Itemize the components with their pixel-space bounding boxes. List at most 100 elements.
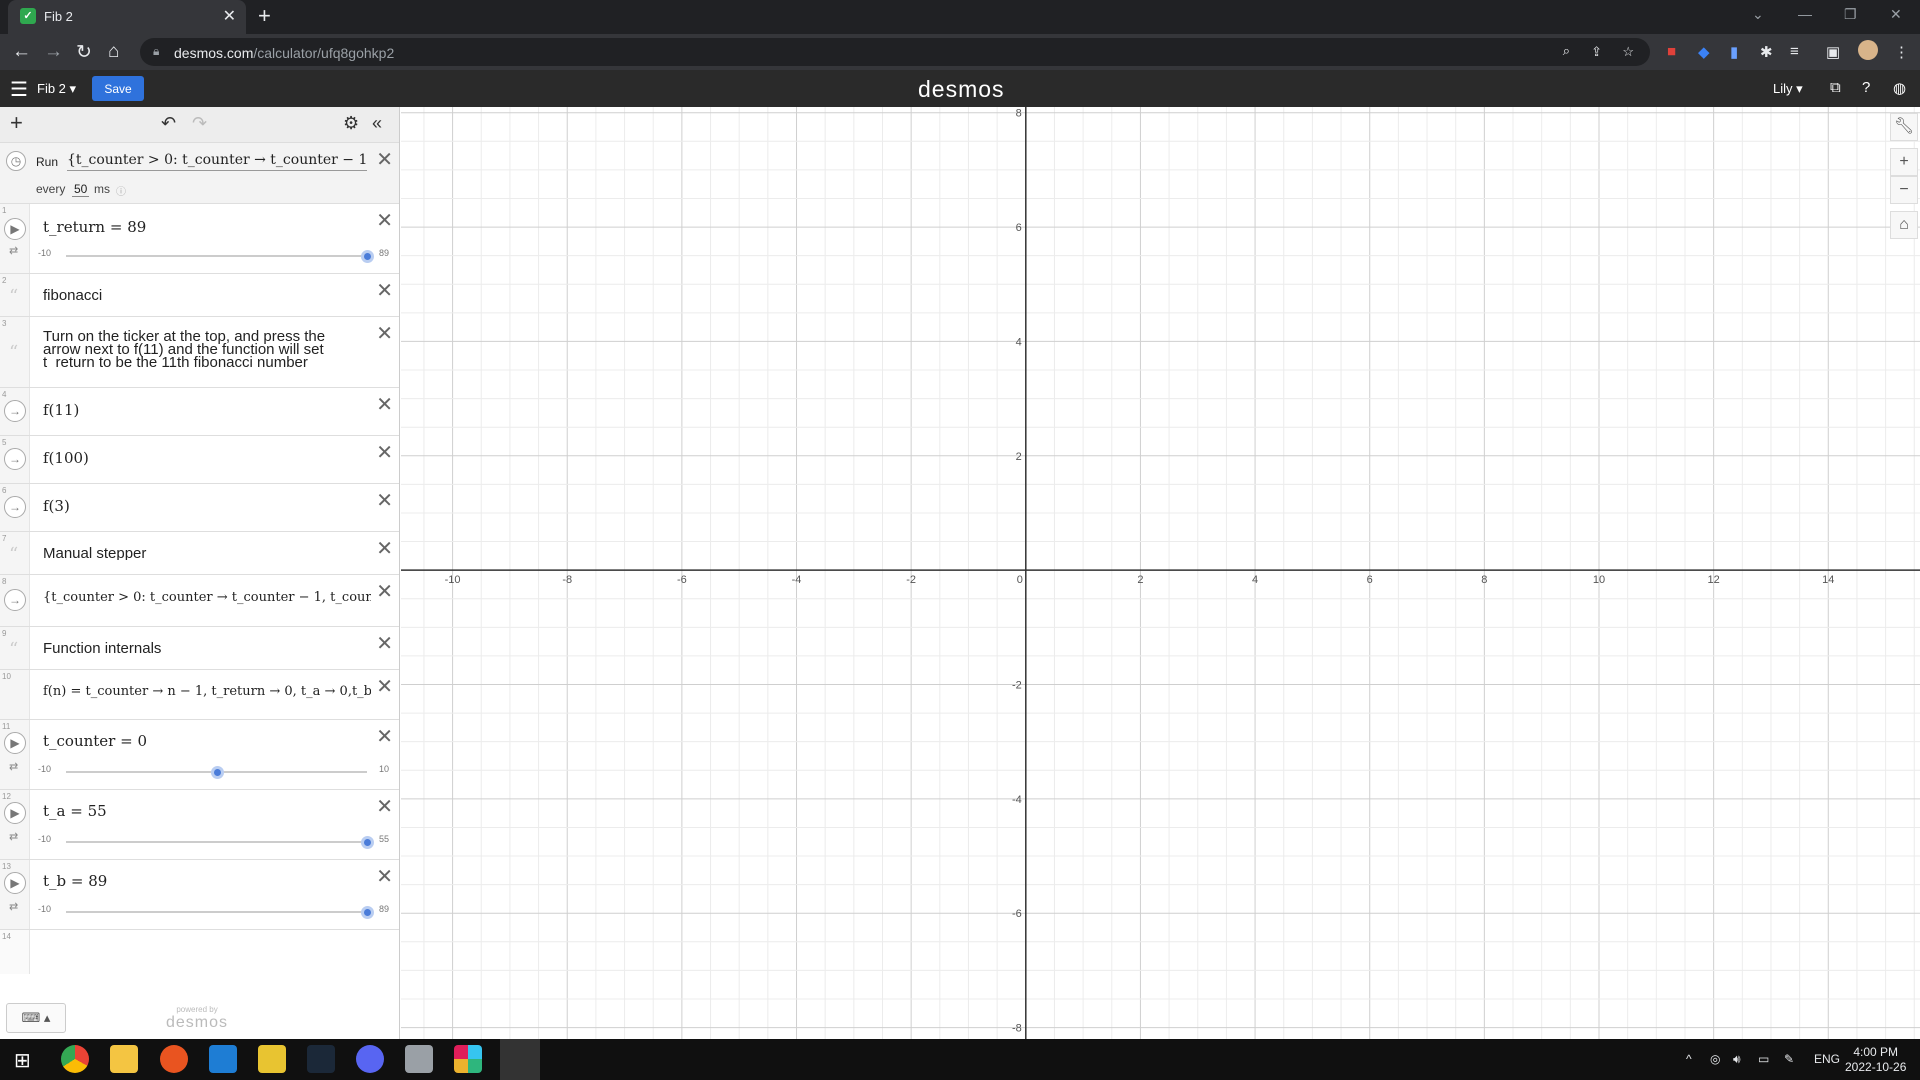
bookmark-star-icon[interactable]: ☆ <box>1622 44 1634 60</box>
settings-gear-icon[interactable]: ⚙ <box>343 113 359 134</box>
extension-docs-icon[interactable]: ▮ <box>1730 43 1738 61</box>
action-arrow-icon[interactable]: → <box>4 400 26 422</box>
expression-row[interactable]: 1 ▶ ⇄ t_return = 89 -10 89 ✕ <box>0 204 399 274</box>
help-icon[interactable]: ? <box>1862 79 1870 96</box>
note-row[interactable]: 3 “ Turn on the ticker at the top, and p… <box>0 317 399 388</box>
graph-settings-wrench-icon[interactable]: 🔧︎ <box>1890 113 1918 141</box>
play-icon[interactable]: ▶ <box>4 218 26 240</box>
extension-blue-icon[interactable]: ◆ <box>1698 43 1710 61</box>
slider-knob[interactable] <box>361 836 374 849</box>
delete-expression-icon[interactable]: ✕ <box>376 864 393 889</box>
tray-app-icon[interactable]: ◎ <box>1710 1052 1720 1066</box>
slack-icon[interactable] <box>454 1045 482 1073</box>
slider[interactable]: -10 89 <box>38 248 389 263</box>
share-graph-icon[interactable]: ⧉ <box>1830 79 1841 96</box>
close-window-icon[interactable]: ✕ <box>1890 6 1902 23</box>
new-tab-icon[interactable]: + <box>258 3 271 29</box>
home-icon[interactable]: ⌂ <box>108 41 119 63</box>
close-tab-icon[interactable]: ✕ <box>223 6 236 26</box>
media-icon[interactable]: ≡ <box>1790 43 1799 60</box>
delete-expression-icon[interactable]: ✕ <box>376 631 393 656</box>
side-panel-icon[interactable]: ▣ <box>1826 43 1840 61</box>
zoom-in-icon[interactable]: + <box>1890 148 1918 176</box>
delete-expression-icon[interactable]: ✕ <box>376 278 393 303</box>
delete-expression-icon[interactable]: ✕ <box>376 674 393 699</box>
share-icon[interactable]: ⇪ <box>1591 44 1602 60</box>
expression-row[interactable]: 10 f(n) = t_counter → n − 1, t_return → … <box>0 670 399 720</box>
redo-icon[interactable]: ↷ <box>192 113 207 134</box>
address-bar[interactable]: 🔒︎ desmos.com/calculator/ufq8gohkp2 ☆ ⇪ … <box>140 38 1650 66</box>
obs-icon[interactable] <box>500 1039 540 1080</box>
delete-expression-icon[interactable]: ✕ <box>376 536 393 561</box>
slider-knob[interactable] <box>361 906 374 919</box>
expression-latex[interactable]: f(100) <box>43 449 371 467</box>
action-arrow-icon[interactable]: → <box>4 589 26 611</box>
note-row[interactable]: 2 “ fibonacci ✕ <box>0 274 399 317</box>
pen-icon[interactable]: ✎ <box>1784 1052 1794 1066</box>
ubuntu-icon[interactable] <box>160 1045 188 1073</box>
collapse-panel-icon[interactable]: « <box>372 113 382 134</box>
user-menu[interactable]: Lily ▾ <box>1773 81 1803 97</box>
delete-expression-icon[interactable]: ✕ <box>376 579 393 604</box>
note-text[interactable]: Turn on the ticker at the top, and press… <box>43 330 363 369</box>
delete-expression-icon[interactable]: ✕ <box>376 488 393 513</box>
ticker-expression[interactable]: {t_counter > 0: t_counter → t_counter − … <box>67 152 367 171</box>
expression-latex[interactable]: f(11) <box>43 401 371 419</box>
delete-expression-icon[interactable]: ✕ <box>376 321 393 346</box>
profile-avatar[interactable] <box>1858 40 1878 60</box>
action-arrow-icon[interactable]: → <box>4 496 26 518</box>
clock[interactable]: 4:00 PM 2022-10-26 <box>1845 1045 1906 1075</box>
discord-icon[interactable] <box>356 1045 384 1073</box>
expression-row[interactable]: 4 → f(11) ✕ <box>0 388 399 436</box>
expression-latex[interactable]: {t_counter > 0: t_counter → t_counter − … <box>43 590 371 605</box>
ticker-interval-input[interactable]: 50 <box>72 182 90 197</box>
expression-latex[interactable]: t_b = 89 <box>43 872 371 890</box>
tray-overflow-icon[interactable]: ^ <box>1686 1052 1692 1066</box>
expression-row[interactable]: 8 → {t_counter > 0: t_counter → t_counte… <box>0 575 399 627</box>
kebab-menu-icon[interactable]: ⋮ <box>1894 43 1909 61</box>
delete-expression-icon[interactable]: ✕ <box>376 208 393 233</box>
zoom-out-icon[interactable]: − <box>1890 176 1918 204</box>
note-text[interactable]: fibonacci <box>43 289 371 302</box>
empty-expression-row[interactable]: 14 <box>0 930 399 974</box>
note-text[interactable]: Manual stepper <box>43 547 371 560</box>
file-explorer-icon[interactable] <box>110 1045 138 1073</box>
add-item-icon[interactable]: + <box>10 110 23 136</box>
extension-ublock-icon[interactable]: ■ <box>1667 43 1676 60</box>
expression-row[interactable]: 11 ▶ ⇄ t_counter = 0 -10 10 ✕ <box>0 720 399 790</box>
save-button[interactable]: Save <box>92 76 144 101</box>
note-row[interactable]: 7 “ Manual stepper ✕ <box>0 532 399 575</box>
play-icon[interactable]: ▶ <box>4 872 26 894</box>
network-icon[interactable]: ▭ <box>1758 1052 1769 1066</box>
graph-paper[interactable]: -10 -8 -6 -4 -2 0 2 4 6 8 10 12 14 8 6 4 2 -2 -4 -6 -8 🔧︎ + … <box>401 107 1920 1039</box>
terminal-icon[interactable] <box>258 1045 286 1073</box>
expression-latex[interactable]: t_return = 89 <box>43 218 371 236</box>
back-icon[interactable]: ← <box>12 41 31 63</box>
zoom-icon[interactable]: ⌕ <box>1563 43 1570 59</box>
language-indicator[interactable]: ENG <box>1814 1052 1840 1066</box>
default-viewport-home-icon[interactable]: ⌂ <box>1890 211 1918 239</box>
play-icon[interactable]: ▶ <box>4 802 26 824</box>
keypad-toggle-button[interactable]: ⌨ ▴ <box>6 1003 66 1033</box>
expression-row[interactable]: 12 ▶ ⇄ t_a = 55 -10 55 ✕ <box>0 790 399 860</box>
slider[interactable]: -10 55 <box>38 834 389 849</box>
undo-icon[interactable]: ↶ <box>161 113 176 134</box>
delete-expression-icon[interactable]: ✕ <box>376 724 393 749</box>
expression-row[interactable]: 5 → f(100) ✕ <box>0 436 399 484</box>
action-arrow-icon[interactable]: → <box>4 448 26 470</box>
browser-tab[interactable]: ✓ Fib 2 ✕ <box>8 0 246 34</box>
minimize-icon[interactable]: — <box>1798 6 1812 22</box>
restore-icon[interactable]: ❐ <box>1844 6 1857 23</box>
app-icon[interactable] <box>405 1045 433 1073</box>
reload-icon[interactable]: ↻ <box>76 41 92 64</box>
ticker-run-label[interactable]: Run <box>36 155 58 169</box>
ticker-icon[interactable]: ◷ <box>6 151 26 171</box>
chrome-icon[interactable] <box>61 1045 89 1073</box>
loop-icon[interactable]: ⇄ <box>9 900 18 913</box>
steam-icon[interactable] <box>307 1045 335 1073</box>
expression-latex[interactable]: t_counter = 0 <box>43 732 371 750</box>
close-ticker-icon[interactable]: ✕ <box>376 147 393 172</box>
slider-knob[interactable] <box>361 250 374 263</box>
play-icon[interactable]: ▶ <box>4 732 26 754</box>
graph-canvas[interactable]: -10 -8 -6 -4 -2 0 2 4 6 8 10 12 14 8 6 4 2 -2 -4 -6 -8 <box>401 107 1920 1039</box>
